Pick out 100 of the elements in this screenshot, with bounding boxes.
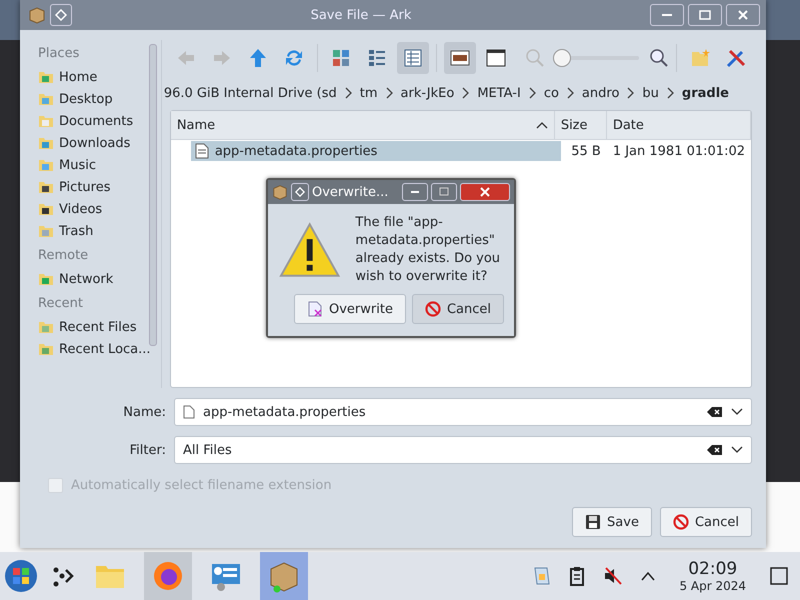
taskbar-app[interactable] [260,552,308,600]
new-folder-icon [689,47,711,69]
pin-button[interactable] [50,4,72,26]
section-heading: Places [38,46,80,61]
dialog-message: The file "app-metadata.properties" already exists. Do you wish to overwrite it? [355,214,502,286]
name-field[interactable]: app-metadata.properties [174,398,752,426]
filter-label: Filter: [128,442,166,458]
chevron-icon [528,87,536,99]
chevron-icon [666,87,674,99]
breadcrumb-item[interactable]: META-I [477,86,521,100]
clear-icon[interactable] [707,444,723,456]
section-heading: Remote [38,248,90,263]
videos-folder-icon [38,201,54,217]
maximize-icon [439,187,449,197]
details-view-button[interactable] [396,42,429,74]
caret-up-icon[interactable] [641,571,656,581]
cancel-button[interactable]: Cancel [660,507,752,537]
scrollbar[interactable] [148,44,157,346]
package-icon [272,184,288,200]
place-item[interactable]: Desktop [30,88,151,110]
muted-speaker-icon[interactable] [603,566,624,586]
size-cell-text: 55 B [570,144,602,158]
close-icon [480,187,490,197]
cancel-icon [672,514,689,530]
maximize-button[interactable] [431,183,457,201]
details-view-icon [402,47,424,69]
window-title: Save File — Ark [310,8,412,22]
clipboard-icon[interactable] [569,566,586,586]
minimize-icon [662,14,672,16]
breadcrumb-item[interactable]: gradle [682,86,729,100]
overwrite-button[interactable]: Overwrite [294,294,406,324]
place-item[interactable]: Documents [30,110,151,132]
place-item[interactable]: Trash [30,220,151,242]
minimize-button[interactable] [402,183,428,201]
recent-files-icon [38,319,54,335]
place-item[interactable]: Network [30,268,151,290]
close-button[interactable] [460,183,510,201]
column-header[interactable]: Date [606,111,751,139]
place-item[interactable]: Pictures [30,176,151,198]
downloads-folder-icon [38,135,54,151]
chevron-icon [627,87,634,99]
breadcrumb-item[interactable]: tm [360,86,378,100]
close-icon [737,9,749,21]
date-cell-text: 1 Jan 1981 01:01:02 [612,144,746,158]
package-icon [28,6,46,24]
chevron-icon [566,87,574,99]
file-icon [194,143,209,159]
name-label: Name: [122,404,166,420]
zoom-out-icon [525,48,545,68]
maximize-icon [699,9,711,21]
tools-icon [725,47,747,69]
column-header[interactable]: Size [554,111,607,139]
chevron-icon [386,87,393,99]
clock[interactable]: 02:09 5 Apr 2024 [679,559,746,593]
documents-folder-icon [38,113,54,129]
place-item[interactable]: Music [30,154,151,176]
firefox-icon [151,559,185,593]
file-icon [183,405,195,419]
trash-icon [38,223,54,239]
place-item[interactable]: Home [30,66,151,88]
taskbar-app[interactable] [144,552,192,600]
pictures-folder-icon [38,179,54,195]
minimize-button[interactable] [650,4,684,26]
breadcrumb-item[interactable]: ark-JkEo [400,86,454,100]
place-item[interactable]: Recent Loca... [30,338,151,360]
show-desktop-icon[interactable] [770,567,788,585]
preview-button[interactable] [444,42,476,74]
music-folder-icon [38,157,54,173]
dropdown-icon[interactable] [731,446,743,454]
breadcrumb-item[interactable]: co [544,86,559,100]
diamond-icon [55,9,67,21]
section-heading: Recent [38,296,84,311]
place-item[interactable]: Downloads [30,132,151,154]
place-item[interactable]: Recent Files [30,316,151,338]
breadcrumb-item[interactable]: 96.0 GiB Internal Drive (sd [164,86,337,100]
diamond-icon [295,187,305,197]
recent-locations-icon [38,341,54,357]
breadcrumb-item[interactable]: andro [582,86,620,100]
desktop-icon [38,91,54,107]
filter-field[interactable]: All Files [174,436,752,464]
place-item[interactable]: Videos [30,198,151,220]
zoom-in-icon [649,48,669,68]
window-icon [484,47,507,69]
chevron-icon [462,87,470,99]
column-header[interactable]: Name [170,111,555,139]
start-icon [4,559,38,593]
cancel-button[interactable]: Cancel [412,294,504,324]
close-button[interactable] [726,4,760,26]
clear-icon[interactable] [707,406,723,418]
maximize-button[interactable] [688,4,722,26]
save-button[interactable]: Save [572,507,652,537]
warning-icon [278,221,342,279]
notes-icon[interactable] [533,566,552,586]
breadcrumb-item[interactable]: bu [642,86,659,100]
dropdown-icon[interactable] [731,408,743,416]
checkbox-label: Automatically select filename extension [71,478,332,493]
chevron-icon [344,87,352,99]
file-row[interactable]: app-metadata.properties [190,141,561,161]
pin-button[interactable] [291,183,309,201]
home-folder-icon [38,69,54,85]
